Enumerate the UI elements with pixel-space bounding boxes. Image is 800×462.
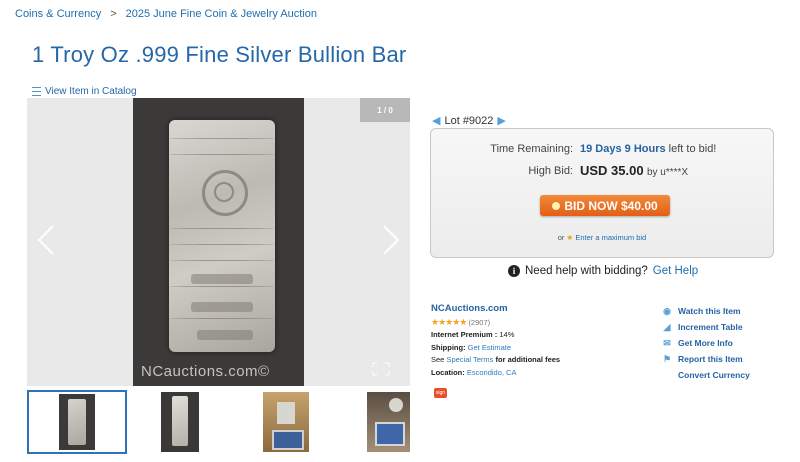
photo-watermark: NCauctions.com© bbox=[141, 363, 270, 380]
bidding-help: i Need help with bidding? Get Help bbox=[508, 265, 698, 277]
breadcrumb: Coins & Currency >2025 June Fine Coin & J… bbox=[15, 8, 317, 20]
thumbnail-strip bbox=[27, 390, 410, 456]
bid-now-label: BID NOW $40.00 bbox=[564, 198, 658, 213]
lot-number: Lot #9022 bbox=[444, 114, 494, 127]
watch-item-action[interactable]: ◉ Watch this Item bbox=[662, 303, 750, 319]
bidding-panel: Time Remaining: 19 Days 9 Hours left to … bbox=[430, 128, 774, 258]
terms-suffix: for additional fees bbox=[495, 355, 561, 365]
time-remaining-amount: 19 Days 9 Hours bbox=[580, 143, 666, 155]
silver-bar-image bbox=[169, 120, 275, 352]
seller-rating-stars: ★★★★★ bbox=[431, 316, 467, 327]
max-bid-row: or ★ Enter a maximum bid bbox=[431, 233, 773, 242]
item-actions: ◉ Watch this Item ◢ Increment Table ✉ Get M… bbox=[662, 303, 750, 383]
image-viewer: NCauctions.com© 1 / 0 bbox=[27, 98, 410, 386]
high-bidder: by u****X bbox=[646, 167, 689, 178]
view-catalog-label: View Item in Catalog bbox=[45, 86, 137, 97]
convert-currency-action[interactable]: Convert Currency bbox=[662, 367, 750, 383]
special-terms-link[interactable]: Special Terms bbox=[446, 355, 493, 364]
shipping-estimate-link[interactable]: Get Estimate bbox=[468, 343, 511, 352]
breadcrumb-auction[interactable]: 2025 June Fine Coin & Jewelry Auction bbox=[126, 8, 317, 20]
time-remaining-suffix: left to bid! bbox=[668, 143, 717, 155]
thumbnail-4[interactable] bbox=[367, 390, 410, 454]
breadcrumb-coins-currency[interactable]: Coins & Currency bbox=[15, 8, 101, 20]
time-remaining-label: Time Remaining: bbox=[490, 143, 573, 155]
thumbnail-2[interactable] bbox=[161, 390, 199, 454]
bid-bulb-icon bbox=[552, 201, 561, 210]
sign-badge-icon: sign bbox=[434, 388, 447, 398]
location-value: Escondido, CA bbox=[466, 367, 517, 377]
get-more-info-action[interactable]: ✉ Get More Info bbox=[662, 335, 750, 351]
previous-image-arrow-icon[interactable] bbox=[35, 223, 59, 257]
page-title: 1 Troy Oz .999 Fine Silver Bullion Bar bbox=[32, 42, 407, 67]
increment-table-action[interactable]: ◢ Increment Table bbox=[662, 319, 750, 335]
flag-icon: ⚑ bbox=[662, 354, 672, 364]
fullscreen-expand-icon[interactable] bbox=[372, 362, 390, 376]
next-lot-arrow-icon[interactable]: ▶ bbox=[497, 114, 505, 127]
help-text: Need help with bidding? bbox=[525, 265, 648, 277]
thumbnail-3[interactable] bbox=[263, 390, 309, 454]
high-bid-value: USD 35.00 by u****X bbox=[580, 163, 688, 178]
seller-feedback-count[interactable]: (2907) bbox=[468, 318, 490, 327]
get-help-link[interactable]: Get Help bbox=[653, 265, 698, 277]
bid-now-button[interactable]: BID NOW $40.00 bbox=[540, 195, 670, 216]
high-bid-label: High Bid: bbox=[528, 165, 573, 177]
high-bid-amount: USD 35.00 bbox=[580, 163, 644, 178]
seal-emblem bbox=[202, 170, 248, 216]
convert-currency-label: Convert Currency bbox=[678, 370, 750, 380]
previous-lot-arrow-icon[interactable]: ◀ bbox=[432, 114, 440, 127]
location-label: Location: bbox=[431, 367, 465, 377]
envelope-icon: ✉ bbox=[663, 338, 671, 348]
lot-navigation: ◀ Lot #9022 ▶ bbox=[432, 114, 506, 128]
time-remaining-value: 19 Days 9 Hours left to bid! bbox=[580, 143, 716, 155]
thumbnail-1[interactable] bbox=[27, 390, 127, 454]
report-item-label: Report this Item bbox=[678, 354, 743, 364]
shipping-label: Shipping: bbox=[431, 342, 466, 352]
premium-value: 14% bbox=[499, 330, 515, 340]
next-image-arrow-icon[interactable] bbox=[378, 223, 402, 257]
blank-icon bbox=[662, 371, 672, 379]
increment-table-label: Increment Table bbox=[678, 322, 743, 332]
main-photo[interactable]: NCauctions.com© bbox=[133, 98, 304, 386]
breadcrumb-separator: > bbox=[110, 8, 117, 20]
report-item-action[interactable]: ⚑ Report this Item bbox=[662, 351, 750, 367]
premium-label: Internet Premium : bbox=[431, 330, 498, 340]
get-more-info-label: Get More Info bbox=[678, 338, 733, 348]
info-icon: i bbox=[508, 265, 520, 277]
enter-max-bid-link[interactable]: Enter a maximum bid bbox=[575, 233, 646, 242]
seller-info: NCAuctions.com ★★★★★ (2907) Internet Pre… bbox=[431, 303, 560, 380]
seller-name-link[interactable]: NCAuctions.com bbox=[431, 303, 508, 314]
image-counter: 1 / 0 bbox=[360, 98, 410, 122]
increment-chart-icon: ◢ bbox=[663, 322, 671, 332]
eye-icon: ◉ bbox=[663, 306, 671, 316]
max-bid-star-icon: ★ bbox=[566, 233, 574, 242]
view-catalog-link[interactable]: View Item in Catalog bbox=[32, 86, 137, 97]
list-icon bbox=[32, 87, 41, 96]
terms-prefix: See bbox=[431, 355, 445, 365]
max-bid-prefix: or bbox=[557, 233, 565, 242]
watch-item-label: Watch this Item bbox=[678, 306, 741, 316]
